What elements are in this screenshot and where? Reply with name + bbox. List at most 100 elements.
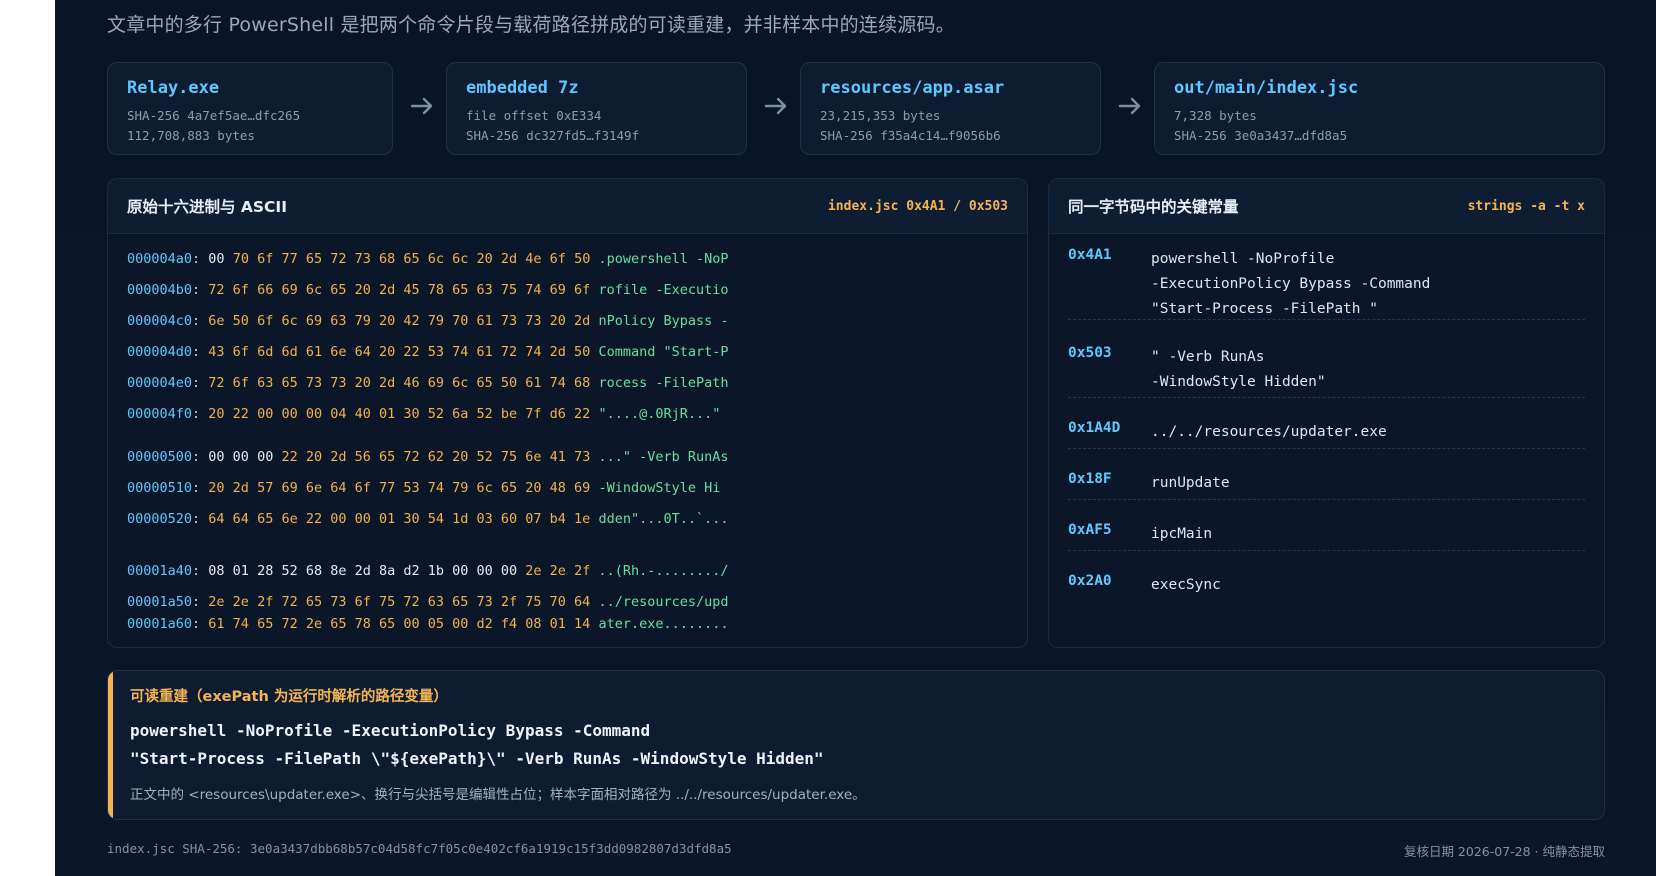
caption-text: 文章中的多行 PowerShell 是把两个命令片段与载荷路径拼成的可读重建，并…	[107, 14, 955, 36]
hex-offset: 000004c0	[127, 313, 193, 329]
arrow-right-icon	[1118, 97, 1141, 115]
hex-ascii: ater.exe........	[598, 616, 729, 632]
artifact-card-jsc: out/main/index.jsc 7,328 bytes SHA-256 3…	[1154, 62, 1605, 155]
hex-panel-tag: index.jsc 0x4A1 / 0x503	[827, 198, 1008, 214]
hex-bytes-highlight: 72 6f 63 65 73 73 20 2d 46 69 6c 65 50 6…	[208, 375, 591, 391]
reconstruction-note: 正文中的 <resources\updater.exe>、换行与尖括号是编辑性占…	[130, 787, 866, 803]
hex-bytes-highlight: 61 74 65 72 2e 65 78 65 00 05 00 d2 f4 0…	[208, 616, 591, 632]
constant-value: ../../resources/updater.exe	[1151, 424, 1387, 440]
constant-divider	[1068, 448, 1585, 449]
constant-divider	[1068, 397, 1585, 398]
hex-ascii: "....@.0RjR..."	[598, 406, 721, 422]
hex-row: 00000510: 20 2d 57 69 6e 64 6f 77 53 74 …	[127, 480, 720, 496]
hex-offset: 000004e0	[127, 375, 193, 391]
hex-dump-panel: 原始十六进制与 ASCII index.jsc 0x4A1 / 0x503 00…	[107, 178, 1028, 648]
hex-row: 000004e0: 72 6f 63 65 73 73 20 2d 46 69 …	[127, 375, 729, 391]
hex-row: 00001a50: 2e 2e 2f 72 65 73 6f 75 72 63 …	[127, 594, 729, 610]
hex-ascii: ..(Rh.-......../	[598, 563, 729, 579]
constants-panel: 同一字节码中的关键常量 strings -a -t x 0x4A1 powersh…	[1048, 178, 1605, 648]
hex-bytes-plain: 08 01 28 52 68 8e 2d 8a d2 1b 00 00 00	[208, 563, 518, 579]
constant-offset: 0x4A1	[1068, 247, 1112, 263]
arrow-right-icon	[410, 97, 433, 115]
constant-divider	[1068, 499, 1585, 500]
artifact-detail: SHA-256 4a7ef5ae…dfc265	[127, 108, 301, 123]
artifact-detail: SHA-256 f35a4c14…f9056b6	[820, 128, 1001, 143]
reconstruction-accent-bar	[108, 671, 113, 819]
hex-row: 000004c0: 6e 50 6f 6c 69 63 79 20 42 79 …	[127, 313, 729, 329]
artifact-detail: SHA-256 3e0a3437…dfd8a5	[1174, 128, 1348, 143]
artifact-title: embedded 7z	[466, 78, 579, 98]
constants-panel-title: 同一字节码中的关键常量	[1068, 198, 1239, 216]
hex-colon: :	[192, 375, 209, 391]
hex-colon: :	[192, 449, 209, 465]
hex-bytes-highlight: 6e 50 6f 6c 69 63 79 20 42 79 70 61 73 7…	[208, 313, 591, 329]
hex-ascii: dden"...0T..`...	[598, 511, 729, 527]
constant-offset: 0xAF5	[1068, 522, 1112, 538]
hex-bytes-highlight: 64 64 65 6e 22 00 00 01 30 54 1d 03 60 0…	[208, 511, 591, 527]
hex-row: 000004d0: 43 6f 6d 6d 61 6e 64 20 22 53 …	[127, 344, 729, 360]
hex-row: 00001a40: 08 01 28 52 68 8e 2d 8a d2 1b …	[127, 563, 729, 579]
hex-row: 00001a60: 61 74 65 72 2e 65 78 65 00 05 …	[127, 616, 729, 632]
constant-divider	[1068, 319, 1585, 320]
hex-colon: :	[192, 344, 209, 360]
artifact-card-asar: resources/app.asar 23,215,353 bytes SHA-…	[800, 62, 1101, 155]
hex-offset: 000004a0	[127, 251, 193, 267]
constants-panel-header: 同一字节码中的关键常量 strings -a -t x	[1049, 179, 1604, 234]
footer-review: 复核日期 2026-07-28 · 纯静态提取	[1403, 844, 1605, 859]
hex-bytes-highlight: 43 6f 6d 6d 61 6e 64 20 22 53 74 61 72 7…	[208, 344, 591, 360]
reconstruction-code-line: powershell -NoProfile -ExecutionPolicy B…	[130, 721, 651, 740]
artifact-card-7z: embedded 7z file offset 0xE334 SHA-256 d…	[446, 62, 747, 155]
hex-ascii: -WindowStyle Hi	[598, 480, 721, 496]
artifact-title: Relay.exe	[127, 78, 220, 98]
hex-row: 00000500: 00 00 00 22 20 2d 56 65 72 62 …	[127, 449, 729, 465]
hex-colon: :	[192, 563, 209, 579]
hex-bytes-highlight: 22 20 2d 56 65 72 62 20 52 75 6e 41 73	[281, 449, 591, 465]
constants-panel-tag: strings -a -t x	[1467, 198, 1585, 214]
hex-row: 000004b0: 72 6f 66 69 6c 65 20 2d 45 78 …	[127, 282, 729, 298]
artifact-title: out/main/index.jsc	[1174, 78, 1359, 98]
constant-offset: 0x18F	[1068, 471, 1112, 487]
hex-bytes-plain: 00	[208, 251, 225, 267]
constant-value: " -Verb RunAs -WindowStyle Hidden"	[1151, 349, 1326, 390]
reconstruction-code: powershell -NoProfile -ExecutionPolicy B…	[130, 717, 824, 773]
hex-ascii: nPolicy Bypass -	[598, 313, 729, 329]
artifact-chain: Relay.exe SHA-256 4a7ef5ae…dfc265 112,70…	[107, 62, 1605, 155]
hex-bytes-highlight: 2e 2e 2f 72 65 73 6f 75 72 63 65 73 2f 7…	[208, 594, 591, 610]
hex-offset: 00001a50	[127, 594, 193, 610]
hex-bytes-highlight: 70 6f 77 65 72 73 68 65 6c 6c 20 2d 4e 6…	[232, 251, 591, 267]
constant-offset: 0x503	[1068, 345, 1112, 361]
constant-offset: 0x1A4D	[1068, 420, 1121, 436]
hex-bytes-highlight: 2e 2e 2f	[525, 563, 591, 579]
reconstruction-box: 可读重建（exePath 为运行时解析的路径变量） powershell -No…	[107, 670, 1605, 820]
hex-ascii: ..." -Verb RunAs	[598, 449, 729, 465]
hex-ascii: .powershell -NoP	[598, 251, 729, 267]
hex-offset: 000004d0	[127, 344, 193, 360]
hex-colon: :	[192, 511, 209, 527]
hex-ascii: rocess -FilePath	[598, 375, 729, 391]
reconstruction-code-line: "Start-Process -FilePath \"${exePath}\" …	[130, 749, 824, 768]
reconstruction-title: 可读重建（exePath 为运行时解析的路径变量）	[130, 689, 448, 705]
hex-bytes-highlight: 20 22 00 00 00 04 40 01 30 52 6a 52 be 7…	[208, 406, 591, 422]
hex-space	[225, 251, 233, 267]
hex-offset: 00000520	[127, 511, 193, 527]
artifact-card-relay: Relay.exe SHA-256 4a7ef5ae…dfc265 112,70…	[107, 62, 393, 155]
footer-hash: index.jsc SHA-256: 3e0a3437dbb68b57c04d5…	[107, 841, 732, 856]
hex-colon: :	[192, 616, 209, 632]
hex-colon: :	[192, 594, 209, 610]
hex-bytes-plain: 00 00 00	[208, 449, 274, 465]
constant-offset: 0x2A0	[1068, 573, 1112, 589]
hex-colon: :	[192, 251, 209, 267]
artifact-detail: SHA-256 dc327fd5…f3149f	[466, 128, 640, 143]
constant-value: ipcMain	[1151, 526, 1213, 542]
hex-offset: 000004f0	[127, 406, 193, 422]
hex-row: 000004f0: 20 22 00 00 00 04 40 01 30 52 …	[127, 406, 720, 422]
constant-value: runUpdate	[1151, 475, 1230, 491]
constant-divider	[1068, 550, 1585, 551]
hex-offset: 00000500	[127, 449, 193, 465]
hex-ascii: Command "Start-P	[598, 344, 729, 360]
report-canvas: 文章中的多行 PowerShell 是把两个命令片段与载荷路径拼成的可读重建，并…	[55, 0, 1656, 876]
hex-colon: :	[192, 282, 209, 298]
artifact-detail: file offset 0xE334	[466, 108, 602, 123]
hex-offset: 00000510	[127, 480, 193, 496]
artifact-title: resources/app.asar	[820, 78, 1005, 98]
